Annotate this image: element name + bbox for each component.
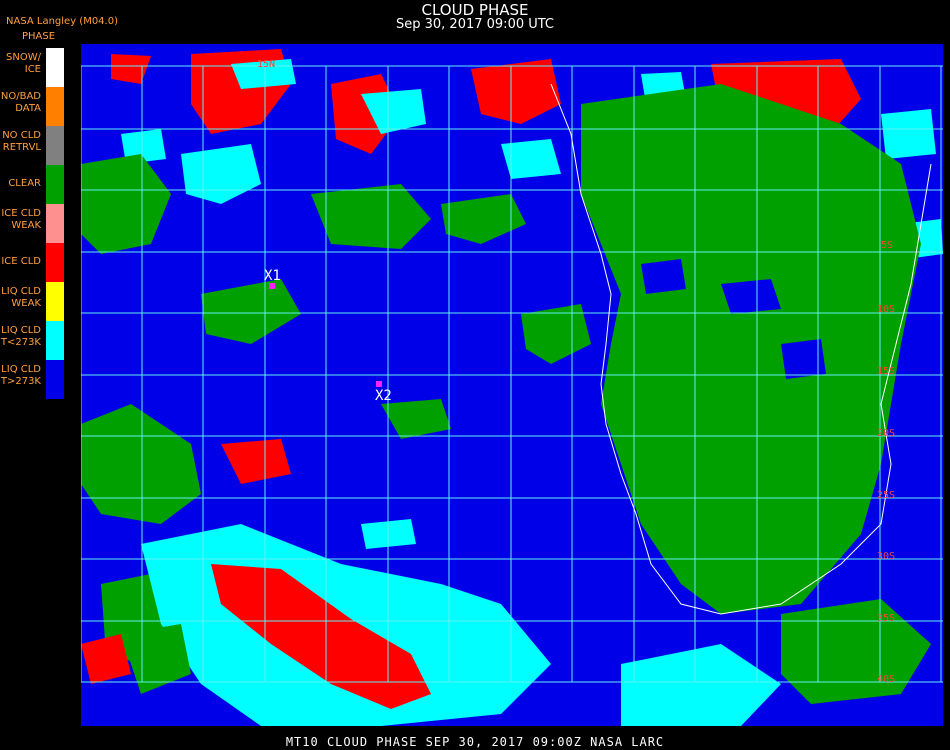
legend-swatch (46, 165, 64, 204)
legend-label: NO CLD RETRVL (2, 130, 41, 153)
grid-label: 5S (881, 240, 894, 251)
grid-label: 25S (877, 490, 896, 501)
phase-legend: SNOW/ ICE NO/BAD DATA NO CLD RETRVL CLEA… (0, 48, 65, 400)
grid-label: 35S (877, 613, 896, 624)
legend-label: CLEAR (8, 178, 41, 189)
legend-item-ice-cld-weak: ICE CLD WEAK (0, 204, 65, 243)
legend-item-liq-cld-cold: LIQ CLD T<273K (0, 321, 65, 360)
legend-item-liq-cld-warm: LIQ CLD T>273K (0, 360, 65, 399)
grid-label: 10S (877, 304, 896, 315)
marker-x2-dot[interactable] (376, 381, 382, 387)
legend-label: LIQ CLD T>273K (0, 364, 41, 387)
legend-swatch (46, 243, 64, 282)
grid-label: 15S (877, 366, 896, 377)
legend-item-no-bad-data: NO/BAD DATA (0, 87, 65, 126)
legend-swatch (46, 321, 64, 360)
legend-swatch (46, 126, 64, 165)
legend-item-liq-cld-weak: LIQ CLD WEAK (0, 282, 65, 321)
legend-label: ICE CLD (1, 256, 41, 267)
legend-item-no-cld-retrvl: NO CLD RETRVL (0, 126, 65, 165)
grid-label: 40S (877, 674, 896, 685)
legend-item-clear: CLEAR (0, 165, 65, 204)
legend-item-ice-cld: ICE CLD (0, 243, 65, 282)
grid-label: 30S (877, 551, 896, 562)
legend-swatch (46, 87, 64, 126)
legend-swatch (46, 282, 64, 321)
grid-label: 15N (257, 59, 276, 70)
map-title: CLOUD PHASE (421, 1, 529, 19)
map-imagery (81, 49, 943, 726)
cloud-phase-map[interactable]: 15N 5S 10S 15S 20S 25S 30S 35S 40S X1 X2 (81, 44, 943, 726)
footer-caption: MT10 CLOUD PHASE SEP 30, 2017 09:00Z NAS… (285, 735, 665, 749)
legend-label: SNOW/ ICE (6, 52, 41, 75)
legend-item-snow-ice: SNOW/ ICE (0, 48, 65, 87)
legend-swatch (46, 204, 64, 243)
source-label: NASA Langley (M04.0) (6, 16, 118, 27)
legend-label: ICE CLD WEAK (1, 208, 41, 231)
legend-swatch (46, 360, 64, 399)
legend-heading: PHASE (22, 31, 56, 42)
legend-label: NO/BAD DATA (0, 91, 41, 114)
marker-x1-label: X1 (264, 268, 281, 284)
map-timestamp: Sep 30, 2017 09:00 UTC (395, 17, 555, 32)
legend-label: LIQ CLD T<273K (0, 325, 41, 348)
legend-swatch (46, 48, 64, 87)
legend-label: LIQ CLD WEAK (1, 286, 41, 309)
grid-label: 20S (877, 428, 896, 439)
marker-x2-label: X2 (375, 388, 392, 404)
